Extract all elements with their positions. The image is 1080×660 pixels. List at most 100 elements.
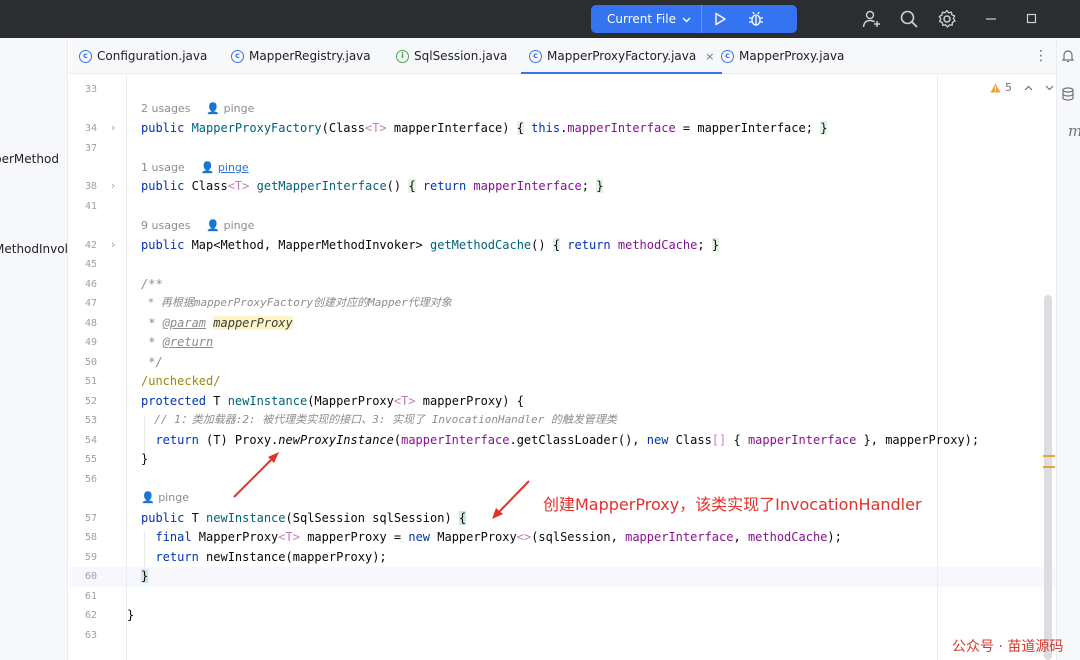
tab-label: MapperProxyFactory.java xyxy=(547,49,697,63)
tab-label: Configuration.java xyxy=(97,49,208,63)
code-line: public T newInstance(SqlSession sqlSessi… xyxy=(141,511,467,525)
tab-configuration[interactable]: c Configuration.java xyxy=(79,38,207,74)
line-number: 58 xyxy=(84,532,97,543)
code-line: * @param mapperProxy xyxy=(141,316,293,330)
usages-count[interactable]: 1 usage xyxy=(141,161,185,174)
usages-count[interactable]: 9 usages xyxy=(141,219,190,232)
project-panel: perMethod MethodInvok xyxy=(0,38,68,660)
run-configuration-selector[interactable]: Current File xyxy=(591,5,702,33)
fold-arrow-icon[interactable]: › xyxy=(111,238,115,251)
line-number: 55 xyxy=(84,454,97,465)
gutter-divider xyxy=(126,75,127,660)
title-bar: Current File xyxy=(0,0,1080,38)
warning-marker[interactable] xyxy=(1043,455,1055,457)
line-number: 49 xyxy=(84,337,97,348)
notifications-icon[interactable] xyxy=(1061,49,1075,63)
code-line: return newInstance(mapperProxy); xyxy=(141,550,387,564)
code-line: return (T) Proxy.newProxyInstance(mapper… xyxy=(141,433,980,447)
usage-hint[interactable]: 9 usages 👤 pinge xyxy=(141,219,254,232)
line-number: 38 xyxy=(84,181,97,192)
line-number: 53 xyxy=(84,415,97,426)
code-line: // 1：类加载器:2: 被代理类实现的接口、3: 实现了 Invocation… xyxy=(141,413,617,426)
tab-mapper-proxy-factory[interactable]: c MapperProxyFactory.java × xyxy=(521,38,723,74)
maven-icon[interactable]: m xyxy=(1068,122,1080,140)
right-tool-strip: m xyxy=(1056,38,1080,660)
line-number: 51 xyxy=(84,376,97,387)
code-line: * @return xyxy=(141,335,214,349)
project-item[interactable]: MethodInvok xyxy=(0,242,67,256)
usage-hint[interactable]: 👤 pinge xyxy=(141,491,189,504)
class-icon: c xyxy=(231,49,244,63)
annotation-callout: 创建MapperProxy，该类实现了InvocationHandler xyxy=(543,495,922,514)
editor-scrollbar[interactable] xyxy=(1044,295,1052,660)
right-margin-guide xyxy=(937,75,938,660)
chevron-up-icon[interactable] xyxy=(1024,85,1033,91)
line-number: 42 xyxy=(84,240,97,251)
author-hint[interactable]: 👤 pinge xyxy=(141,491,189,504)
line-number: 45 xyxy=(84,259,97,270)
line-number: 62 xyxy=(84,610,97,621)
line-number: 33 xyxy=(84,84,97,95)
debug-button[interactable] xyxy=(738,5,774,33)
tab-label: SqlSession.java xyxy=(414,49,508,63)
class-icon: c xyxy=(721,49,734,63)
class-icon: c xyxy=(79,49,92,63)
line-number: 47 xyxy=(84,298,97,309)
author-hint[interactable]: 👤 pinge xyxy=(206,219,254,232)
code-line: } xyxy=(127,608,135,622)
line-number: 59 xyxy=(84,552,97,563)
more-tabs-icon[interactable]: ⋮ xyxy=(1034,49,1048,63)
search-icon[interactable] xyxy=(899,9,919,29)
tab-label: MapperRegistry.java xyxy=(249,49,371,63)
tab-sql-session[interactable]: i SqlSession.java xyxy=(396,38,507,74)
inspection-widget[interactable]: 5 xyxy=(990,81,1054,94)
minimize-icon[interactable] xyxy=(981,9,1001,29)
code-line: /** xyxy=(141,277,163,291)
add-user-icon[interactable] xyxy=(862,9,882,29)
run-toolbar: Current File xyxy=(591,5,797,33)
author-hint[interactable]: 👤 pinge xyxy=(206,102,254,115)
run-button[interactable] xyxy=(702,5,738,33)
tab-label: MapperProxy.java xyxy=(739,49,845,63)
line-number: 61 xyxy=(84,591,97,602)
fold-arrow-icon[interactable]: › xyxy=(111,121,115,134)
current-line-highlight xyxy=(69,567,1056,587)
editor-tabs: c Configuration.java c MapperRegistry.ja… xyxy=(69,38,1056,74)
code-line: /unchecked/ xyxy=(141,374,221,388)
code-line: } xyxy=(141,452,149,466)
settings-icon[interactable] xyxy=(937,9,957,29)
code-line: public MapperProxyFactory(Class<T> mappe… xyxy=(141,121,828,135)
watermark: 公众号 · 苗道源码 xyxy=(952,639,1064,655)
line-number: 57 xyxy=(84,513,97,524)
debug-icon xyxy=(748,11,763,26)
code-line: public Map<Method, MapperMethodInvoker> … xyxy=(141,238,720,252)
database-icon[interactable] xyxy=(1061,87,1075,101)
usage-hint[interactable]: 2 usages 👤 pinge xyxy=(141,102,254,115)
tab-mapper-registry[interactable]: c MapperRegistry.java xyxy=(231,38,371,74)
tab-mapper-proxy[interactable]: c MapperProxy.java xyxy=(721,38,844,74)
code-line: } xyxy=(141,569,149,583)
class-icon: c xyxy=(529,49,542,63)
line-number: 56 xyxy=(84,474,97,485)
line-number: 54 xyxy=(84,435,97,446)
code-line: public Class<T> getMapperInterface() { r… xyxy=(141,179,604,193)
chevron-down-icon xyxy=(682,12,691,26)
project-item[interactable]: perMethod xyxy=(0,152,59,166)
warning-icon xyxy=(990,83,1001,92)
maximize-icon[interactable] xyxy=(1022,9,1042,29)
code-line: */ xyxy=(141,355,163,369)
line-number: 46 xyxy=(84,279,97,290)
usages-count[interactable]: 2 usages xyxy=(141,102,190,115)
warning-marker[interactable] xyxy=(1043,466,1055,468)
line-number: 63 xyxy=(84,630,97,641)
line-number: 60 xyxy=(84,571,97,582)
usage-hint[interactable]: 1 usage 👤 pinge xyxy=(141,161,249,174)
run-configuration-label: Current File xyxy=(607,12,676,26)
author-hint[interactable]: 👤 pinge xyxy=(201,161,249,174)
chevron-down-icon[interactable] xyxy=(1045,85,1054,91)
line-number: 41 xyxy=(84,201,97,212)
line-number: 52 xyxy=(84,396,97,407)
close-icon[interactable]: × xyxy=(705,50,714,63)
code-editor[interactable]: 5 33 34 37 38 41 42 45 46 47 48 49 50 51… xyxy=(69,75,1056,660)
fold-arrow-icon[interactable]: › xyxy=(111,179,115,192)
